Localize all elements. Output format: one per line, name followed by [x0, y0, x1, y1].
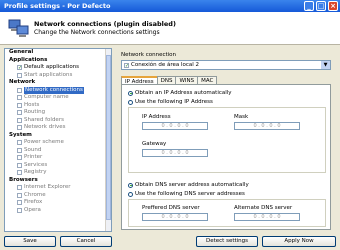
- tree-item-label: Computer name: [24, 94, 69, 100]
- tree-item-checkbox[interactable]: [17, 155, 22, 161]
- tab-mac[interactable]: MAC: [197, 76, 218, 84]
- tree-item-checkbox[interactable]: [17, 117, 22, 123]
- tree-item-checkbox[interactable]: [17, 147, 22, 153]
- tree-item-label: Chrome: [24, 191, 46, 198]
- alternate-dns-field[interactable]: 0 . 0 . 0 . 0: [234, 213, 300, 221]
- tree-item-checkbox[interactable]: [17, 95, 22, 101]
- connection-checkbox[interactable]: ✓: [124, 62, 129, 68]
- tree-item[interactable]: Printer: [5, 154, 111, 162]
- ip-label: IP Address: [142, 114, 171, 120]
- tree-item-checkbox[interactable]: [17, 110, 22, 116]
- tree-item[interactable]: Sound: [5, 147, 111, 155]
- tree-item[interactable]: Chrome: [5, 192, 111, 200]
- tree-item[interactable]: Network connections: [5, 86, 111, 94]
- ip-address-page: Obtain an IP Address automatically Use t…: [121, 84, 331, 230]
- tree-group-applications[interactable]: Applications: [5, 57, 111, 65]
- tree-item-label: Default applications: [24, 64, 80, 70]
- header-title: Network connections (plugin disabled): [34, 20, 176, 28]
- tree-item-label: Network connections: [24, 86, 84, 94]
- tree-item-label: Firefox: [24, 199, 43, 205]
- ip-auto-option[interactable]: Obtain an IP Address automatically: [128, 90, 232, 96]
- tab-wins[interactable]: WINS: [175, 76, 199, 84]
- preferred-dns-label: Preffered DNS server: [142, 205, 200, 211]
- tree-item[interactable]: Computer name: [5, 94, 111, 102]
- tree-item-label: Network drives: [24, 124, 66, 130]
- tree-item-label: Printer: [24, 154, 43, 160]
- tab-dns[interactable]: DNS: [156, 76, 177, 84]
- window-title: Profile settings - Por Defecto: [4, 2, 111, 10]
- tree-item-label: Internet Explorer: [24, 184, 71, 190]
- tree-item-checkbox[interactable]: [17, 192, 22, 198]
- detect-settings-button[interactable]: Detect settings: [196, 236, 258, 247]
- tree-item-checkbox[interactable]: ✓: [17, 65, 22, 71]
- maximize-button[interactable]: □: [316, 1, 326, 11]
- tree-item[interactable]: Start applications: [5, 72, 111, 80]
- header-banner: Network connections (plugin disabled) Ch…: [0, 12, 340, 45]
- tree-item[interactable]: Firefox: [5, 199, 111, 207]
- ip-auto-radio[interactable]: [128, 90, 133, 96]
- tree-item-checkbox[interactable]: [17, 207, 22, 213]
- tree-group-network[interactable]: Network: [5, 79, 111, 87]
- save-button[interactable]: Save: [4, 236, 56, 247]
- tree-item-label: Registry: [24, 169, 47, 175]
- tree-item[interactable]: Internet Explorer: [5, 184, 111, 192]
- tree-group-general[interactable]: General: [5, 49, 111, 57]
- ip-manual-radio[interactable]: [128, 99, 133, 105]
- tree-item-label: Shared folders: [24, 116, 64, 123]
- tree-item[interactable]: ✓ Default applications: [5, 64, 111, 72]
- tree-item-label: Power scheme: [24, 139, 64, 145]
- tree-item-label: Opera: [24, 206, 41, 213]
- alternate-dns-label: Alternate DNS server: [234, 205, 293, 211]
- gateway-label: Gateway: [142, 141, 167, 147]
- connection-label: Network connection: [121, 52, 177, 58]
- close-button[interactable]: ×: [328, 1, 338, 11]
- minimize-button[interactable]: _: [304, 1, 314, 11]
- tree-item-checkbox[interactable]: [17, 87, 22, 93]
- tree-item-label: Start applications: [24, 71, 73, 78]
- dns-manual-radio[interactable]: [128, 191, 133, 197]
- tree-item[interactable]: Power scheme: [5, 139, 111, 147]
- tree-item[interactable]: Network drives: [5, 124, 111, 132]
- tree-item[interactable]: Hosts: [5, 102, 111, 110]
- tree-item[interactable]: Registry: [5, 169, 111, 177]
- apply-now-button[interactable]: Apply Now: [262, 236, 336, 247]
- title-bar: Profile settings - Por Defecto _ □ ×: [0, 0, 340, 12]
- settings-tree[interactable]: General Applications ✓ Default applications…: [4, 48, 112, 232]
- tree-item[interactable]: Opera: [5, 207, 111, 215]
- tree-item-checkbox[interactable]: [17, 140, 22, 146]
- header-subtitle: Change the Network connections settings: [34, 29, 160, 36]
- tree-group-system[interactable]: System: [5, 132, 111, 140]
- tree-item-checkbox[interactable]: [17, 125, 22, 131]
- tree-scrollbar[interactable]: [105, 49, 111, 231]
- connection-value: Conexión de área local 2: [131, 62, 200, 68]
- dns-auto-option[interactable]: Obtain DNS server address automatically: [128, 182, 249, 188]
- cancel-button[interactable]: Cancel: [60, 236, 112, 247]
- tree-item-checkbox[interactable]: [17, 200, 22, 206]
- dns-manual-option[interactable]: Use the following DNS server addresses: [128, 191, 245, 197]
- chevron-down-icon[interactable]: ▼: [321, 61, 330, 69]
- network-computers-icon: [8, 19, 29, 37]
- tree-item-checkbox[interactable]: [17, 102, 22, 108]
- ip-manual-option[interactable]: Use the following IP Address: [128, 99, 213, 105]
- tree-item-checkbox[interactable]: [17, 170, 22, 176]
- mask-field[interactable]: 0 . 0 . 0 . 0: [234, 122, 300, 130]
- tree-item[interactable]: Routing: [5, 109, 111, 117]
- network-panel: Network connection ✓ Conexión de área lo…: [116, 48, 336, 232]
- gateway-field[interactable]: 0 . 0 . 0 . 0: [142, 149, 208, 157]
- tree-group-browsers[interactable]: Browsers: [5, 177, 111, 185]
- ip-address-field[interactable]: 0 . 0 . 0 . 0: [142, 122, 208, 130]
- tree-item-label: Hosts: [24, 101, 40, 108]
- tree-item-label: Services: [24, 161, 48, 168]
- tree-item-checkbox[interactable]: [17, 185, 22, 191]
- tree-item-checkbox[interactable]: [17, 72, 22, 78]
- tree-item-label: Sound: [24, 146, 42, 153]
- preferred-dns-field[interactable]: 0 . 0 . 0 . 0: [142, 213, 208, 221]
- tree-item-checkbox[interactable]: [17, 162, 22, 168]
- mask-label: Mask: [234, 114, 249, 120]
- tree-item[interactable]: Shared folders: [5, 117, 111, 125]
- tree-item[interactable]: Services: [5, 162, 111, 170]
- dns-auto-radio[interactable]: [128, 182, 133, 188]
- connection-select[interactable]: ✓ Conexión de área local 2 ▼: [121, 60, 331, 70]
- tree-item-label: Routing: [24, 109, 46, 115]
